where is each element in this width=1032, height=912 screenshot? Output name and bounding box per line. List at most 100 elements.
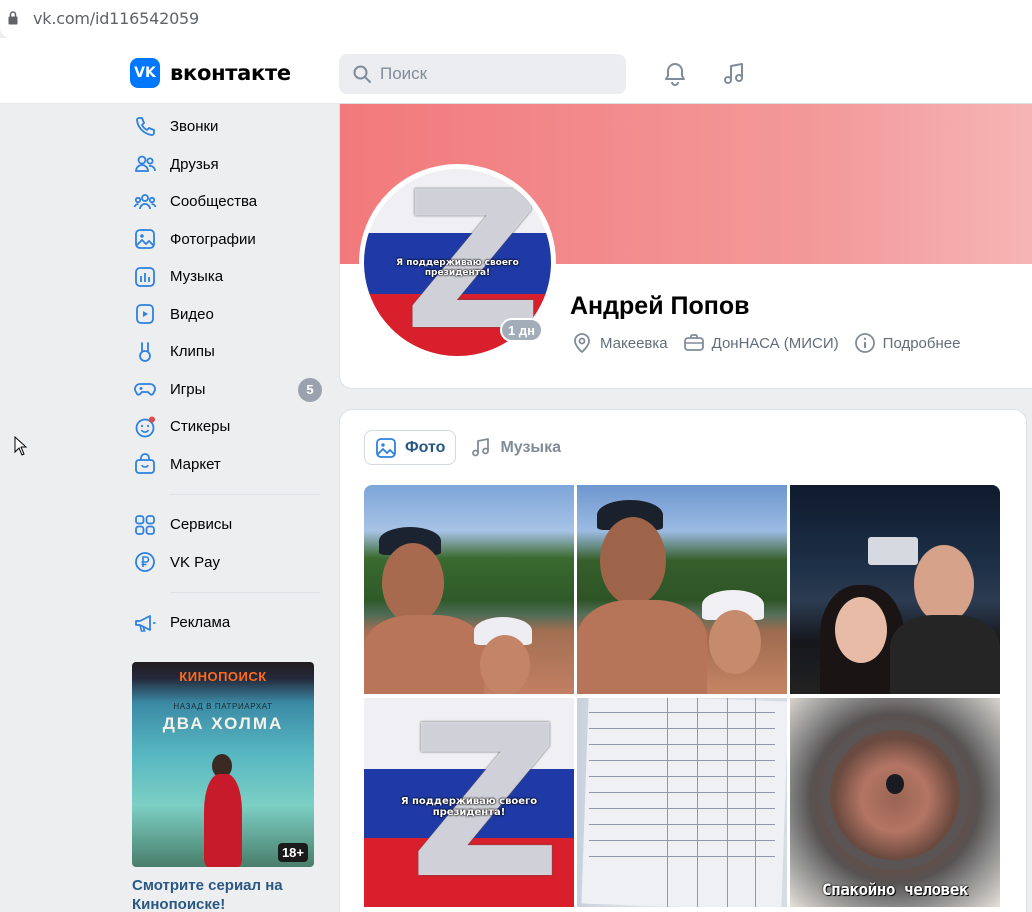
photo-boat: [868, 537, 918, 565]
nav-divider: [170, 494, 320, 495]
vkpay-icon: [131, 548, 159, 576]
tab-photos-label: Фото: [405, 438, 446, 456]
nav-label: Фотографии: [170, 230, 256, 248]
nav-item-friends[interactable]: Друзья: [130, 146, 330, 184]
photo-face: [480, 635, 530, 694]
nav-label: VK Pay: [170, 553, 221, 571]
nav-item-music[interactable]: Музыка: [130, 258, 330, 296]
photo-pot: [820, 720, 970, 870]
ad-brand: КИНОПОИСК: [179, 669, 267, 684]
nav-item-calls[interactable]: Звонки: [130, 108, 330, 146]
profile-card: Z Я поддерживаю своего президента! Андре…: [340, 104, 1032, 388]
nav-item-games[interactable]: Игры 5: [130, 371, 330, 409]
nav-item-video[interactable]: Видео: [130, 296, 330, 334]
nav-label: Клипы: [170, 343, 215, 361]
photo-thumbnail[interactable]: [364, 485, 574, 694]
nav-label: Видео: [170, 305, 214, 323]
nav-label: Сообщества: [170, 193, 258, 211]
nav-item-clips[interactable]: Клипы: [130, 333, 330, 371]
ad-figure-dress: [204, 774, 242, 867]
games-icon: [131, 375, 159, 403]
music-icon: [131, 263, 159, 291]
media-tabs: Фото Музыка: [364, 430, 575, 465]
photo-thumbnail[interactable]: [577, 485, 787, 694]
profile-university[interactable]: ДонНАСА (МИСИ): [683, 332, 839, 354]
avatar-caption: Я поддерживаю своего президента!: [396, 258, 519, 278]
nav-label: Сервисы: [170, 516, 233, 534]
ad-caption-link[interactable]: Смотрите сериал на Кинопоиске!: [132, 876, 322, 912]
communities-icon: [131, 188, 159, 216]
briefcase-icon: [683, 334, 704, 351]
profile-name: Андрей Попов: [570, 292, 750, 320]
location-pin-icon: [574, 333, 590, 354]
profile-city[interactable]: Макеевка: [571, 332, 668, 354]
photo-caption: Я поддерживаю своего президента!: [400, 796, 538, 818]
search-box[interactable]: [339, 54, 626, 94]
nav-label: Звонки: [170, 118, 219, 136]
profile-more-link[interactable]: Подробнее: [854, 332, 961, 354]
tab-music-label: Музыка: [500, 438, 561, 456]
photo-thumbnail[interactable]: [790, 485, 1000, 694]
profile-more-text: Подробнее: [882, 334, 961, 352]
ad-subtitle: НАЗАД В ПАТРИАРХАТ: [173, 702, 273, 711]
profile-university-text: ДонНАСА (МИСИ): [711, 334, 839, 352]
top-header: VK вконтакте: [0, 38, 1032, 104]
photo-thumbnail[interactable]: Спакойно человек: [790, 698, 1000, 907]
games-count-badge: 5: [298, 377, 322, 402]
profile-city-text: Макеевка: [600, 334, 668, 352]
photo-body: [577, 600, 707, 694]
bell-icon[interactable]: [661, 60, 689, 88]
media-card: Фото Музыка Z Я поддерживаю своего прези…: [340, 410, 1026, 912]
photo-eye: [886, 774, 904, 794]
nav-label: Музыка: [170, 268, 224, 286]
vk-logo[interactable]: VK вконтакте: [130, 58, 291, 88]
photo-flag-image: Z Я поддерживаю своего президента!: [364, 698, 574, 907]
stickers-icon: [131, 413, 159, 441]
vk-wordmark: вконтакте: [170, 61, 291, 85]
nav-label: Реклама: [170, 614, 231, 632]
nav-divider: [170, 592, 320, 593]
nav-label: Друзья: [170, 155, 219, 173]
ad-banner[interactable]: КИНОПОИСК НАЗАД В ПАТРИАРХАТ ДВА ХОЛМА 1…: [132, 662, 314, 867]
tab-photos[interactable]: Фото: [364, 430, 457, 465]
photo-icon: [376, 437, 396, 458]
nav-item-services[interactable]: Сервисы: [130, 506, 330, 544]
url-text[interactable]: vk.com/id116542059: [33, 9, 199, 28]
photo-shirt: [890, 615, 1000, 694]
tab-music[interactable]: Музыка: [460, 430, 571, 465]
mouse-cursor-icon: [14, 436, 28, 456]
photo-paper: [581, 698, 787, 907]
photo-face: [600, 517, 666, 605]
friends-icon: [131, 150, 159, 178]
photos-icon: [131, 225, 159, 253]
music-note-icon[interactable]: [720, 60, 748, 88]
photo-face: [382, 543, 444, 623]
browser-url-bar[interactable]: vk.com/id116542059: [0, 0, 1032, 38]
nav-item-communities[interactable]: Сообщества: [130, 183, 330, 221]
market-icon: [131, 450, 159, 478]
photo-face: [914, 545, 974, 623]
nav-item-stickers[interactable]: Стикеры: [130, 408, 330, 446]
photo-body: [364, 615, 484, 694]
search-input[interactable]: [380, 64, 610, 84]
search-icon: [353, 65, 371, 83]
info-icon: [854, 333, 875, 353]
meme-caption: Спакойно человек: [821, 880, 969, 899]
photo-face: [709, 610, 761, 674]
online-status-badge: 1 дн: [500, 318, 543, 342]
ad-age-rating: 18+: [277, 843, 308, 862]
left-nav: Звонки Друзья Сообщества Фотографии Музы…: [130, 108, 330, 642]
nav-item-vkpay[interactable]: VK Pay: [130, 544, 330, 582]
video-icon: [131, 300, 159, 328]
nav-item-photos[interactable]: Фотографии: [130, 221, 330, 259]
megaphone-icon: [131, 609, 159, 637]
photo-thumbnail[interactable]: [577, 698, 787, 907]
photo-thumbnail[interactable]: Z Я поддерживаю своего президента!: [364, 698, 574, 907]
clips-icon: [131, 338, 159, 366]
nav-item-ads[interactable]: Реклама: [130, 604, 330, 642]
nav-label: Игры: [170, 380, 206, 398]
music-note-icon: [472, 437, 490, 456]
nav-item-market[interactable]: Маркет: [130, 446, 330, 484]
phone-icon: [131, 113, 159, 141]
ad-title: ДВА ХОЛМА: [162, 714, 284, 733]
